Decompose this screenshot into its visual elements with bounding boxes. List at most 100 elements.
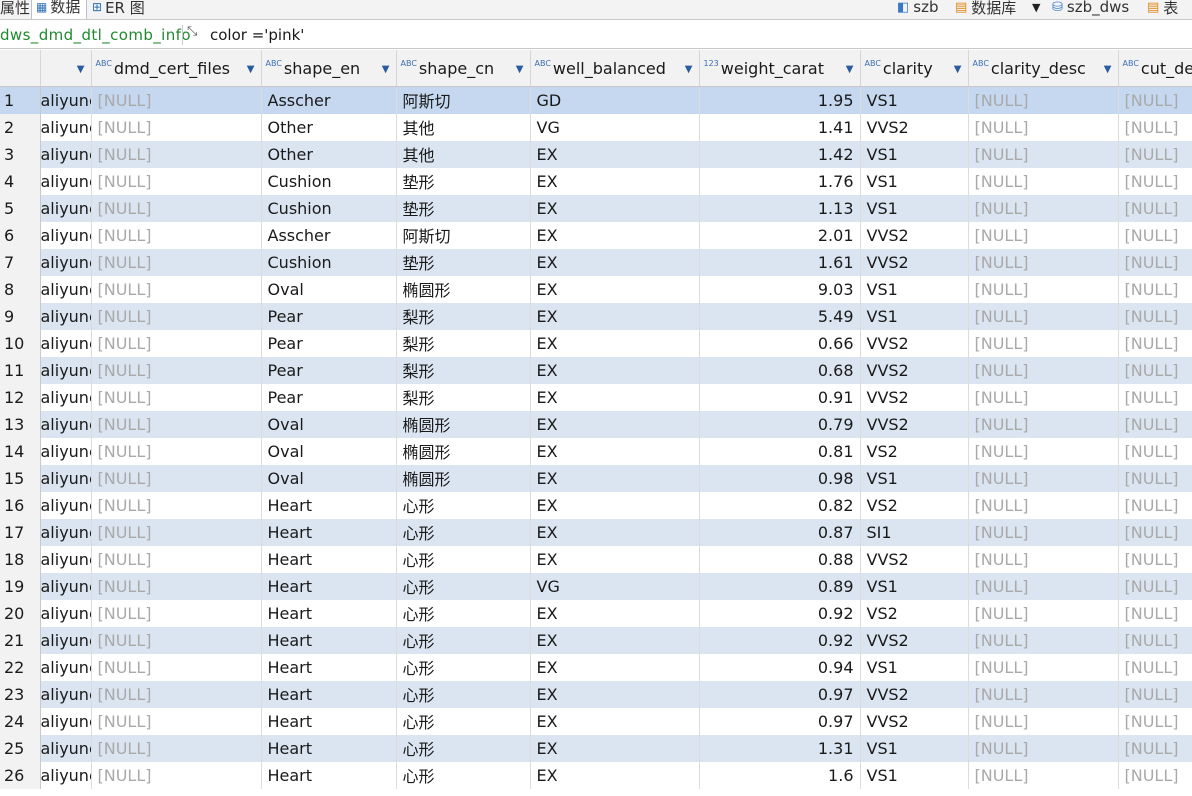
table-cell[interactable]: 心形 [396, 626, 531, 654]
table-cell[interactable]: 0.92 [699, 626, 861, 654]
table-cell[interactable]: Heart [261, 680, 397, 708]
table-cell[interactable]: 0.92 [699, 599, 861, 627]
table-cell[interactable]: 0.88 [699, 545, 861, 573]
table-cell[interactable]: aliyunc [40, 248, 92, 276]
table-cell[interactable]: [NULL] [91, 518, 262, 546]
table-cell[interactable]: [NULL] [1118, 167, 1192, 195]
table-cell[interactable]: VVS2 [860, 329, 969, 357]
table-cell[interactable]: [NULL] [91, 140, 262, 168]
table-cell[interactable]: EX [530, 140, 700, 168]
row-number[interactable]: 9 [0, 302, 41, 330]
table-cell[interactable]: VVS2 [860, 356, 969, 384]
table-cell[interactable]: VVS2 [860, 383, 969, 411]
table-cell[interactable]: aliyunc [40, 383, 92, 411]
row-number[interactable]: 18 [0, 545, 41, 573]
table-cell[interactable]: 椭圆形 [396, 275, 531, 303]
table-cell[interactable]: [NULL] [1118, 329, 1192, 357]
table-cell[interactable]: [NULL] [968, 383, 1119, 411]
table-cell[interactable]: aliyunc [40, 545, 92, 573]
tab-er-diagram[interactable]: ⊞ ER 图 [90, 0, 145, 19]
expand-filter-icon[interactable]: ⤡ [187, 24, 197, 39]
table-cell[interactable]: [NULL] [1118, 437, 1192, 465]
table-cell[interactable]: VVS2 [860, 545, 969, 573]
table-cell[interactable]: [NULL] [91, 707, 262, 735]
table-cell[interactable]: EX [530, 464, 700, 492]
table-cell[interactable]: [NULL] [91, 572, 262, 600]
table-cell[interactable]: Heart [261, 572, 397, 600]
table-cell[interactable]: 心形 [396, 599, 531, 627]
table-cell[interactable]: [NULL] [91, 626, 262, 654]
database-selector[interactable]: ▤ 数据库 [955, 0, 1016, 19]
table-row[interactable]: 23aliyunc[NULL]Heart心形EX0.97VVS2[NULL][N… [0, 680, 1192, 708]
table-cell[interactable]: VVS2 [860, 626, 969, 654]
table-cell[interactable]: [NULL] [1118, 410, 1192, 438]
table-cell[interactable]: [NULL] [91, 86, 262, 114]
table-cell[interactable]: Pear [261, 383, 397, 411]
table-cell[interactable]: 梨形 [396, 329, 531, 357]
table-cell[interactable]: Heart [261, 545, 397, 573]
table-cell[interactable]: aliyunc [40, 140, 92, 168]
table-cell[interactable]: VG [530, 113, 700, 141]
table-cell[interactable]: [NULL] [968, 599, 1119, 627]
table-cell[interactable]: EX [530, 221, 700, 249]
table-cell[interactable]: [NULL] [1118, 464, 1192, 492]
table-cell[interactable]: aliyunc [40, 167, 92, 195]
table-cell[interactable]: 0.98 [699, 464, 861, 492]
table-cell[interactable]: Oval [261, 410, 397, 438]
table-cell[interactable]: EX [530, 302, 700, 330]
table-cell[interactable]: Heart [261, 599, 397, 627]
table-cell[interactable]: [NULL] [91, 761, 262, 789]
table-cell[interactable]: 心形 [396, 545, 531, 573]
row-number[interactable]: 7 [0, 248, 41, 276]
table-row[interactable]: 18aliyunc[NULL]Heart心形EX0.88VVS2[NULL][N… [0, 545, 1192, 573]
table-cell[interactable]: Pear [261, 329, 397, 357]
chevron-down-icon[interactable]: ▼ [1032, 0, 1040, 19]
table-cell[interactable]: [NULL] [91, 383, 262, 411]
table-cell[interactable]: aliyunc [40, 572, 92, 600]
table-cell[interactable]: [NULL] [968, 140, 1119, 168]
column-header[interactable]: ABC clarity_desc ▼ [968, 50, 1119, 87]
table-cell[interactable]: Other [261, 140, 397, 168]
table-cell[interactable]: 1.76 [699, 167, 861, 195]
table-cell[interactable]: aliyunc [40, 194, 92, 222]
table-cell[interactable]: Pear [261, 356, 397, 384]
table-cell[interactable]: aliyunc [40, 491, 92, 519]
table-cell[interactable]: 梨形 [396, 356, 531, 384]
table-row[interactable]: 24aliyunc[NULL]Heart心形EX0.97VVS2[NULL][N… [0, 707, 1192, 735]
table-cell[interactable]: [NULL] [968, 167, 1119, 195]
table-cell[interactable]: [NULL] [968, 356, 1119, 384]
table-cell[interactable]: [NULL] [968, 329, 1119, 357]
table-cell[interactable]: [NULL] [968, 302, 1119, 330]
table-cell[interactable]: 1.61 [699, 248, 861, 276]
table-cell[interactable]: [NULL] [91, 221, 262, 249]
row-number[interactable]: 5 [0, 194, 41, 222]
table-cell[interactable]: VS1 [860, 653, 969, 681]
table-cell[interactable]: EX [530, 167, 700, 195]
table-cell[interactable]: [NULL] [968, 572, 1119, 600]
table-cell[interactable]: [NULL] [968, 680, 1119, 708]
table-cell[interactable]: 心形 [396, 761, 531, 789]
table-cell[interactable]: [NULL] [91, 545, 262, 573]
table-cell[interactable]: Heart [261, 734, 397, 762]
table-cell[interactable]: VS1 [860, 464, 969, 492]
column-menu-icon[interactable]: ▼ [77, 64, 85, 75]
row-number[interactable]: 17 [0, 518, 41, 546]
row-number-header[interactable] [0, 50, 41, 87]
table-row[interactable]: 15aliyunc[NULL]Oval椭圆形EX0.98VS1[NULL][NU… [0, 464, 1192, 492]
tab-properties[interactable]: 属性 [0, 0, 30, 19]
table-cell[interactable]: 1.42 [699, 140, 861, 168]
table-cell[interactable]: EX [530, 194, 700, 222]
table-cell[interactable]: [NULL] [91, 437, 262, 465]
table-row[interactable]: 6aliyunc[NULL]Asscher阿斯切EX2.01VVS2[NULL]… [0, 221, 1192, 249]
row-number[interactable]: 23 [0, 680, 41, 708]
table-cell[interactable]: [NULL] [968, 194, 1119, 222]
table-cell[interactable]: 垫形 [396, 248, 531, 276]
row-number[interactable]: 20 [0, 599, 41, 627]
table-cell[interactable]: [NULL] [91, 356, 262, 384]
table-cell[interactable]: aliyunc [40, 86, 92, 114]
table-row[interactable]: 16aliyunc[NULL]Heart心形EX0.82VS2[NULL][NU… [0, 491, 1192, 519]
table-row[interactable]: 11aliyunc[NULL]Pear梨形EX0.68VVS2[NULL][NU… [0, 356, 1192, 384]
table-cell[interactable]: GD [530, 86, 700, 114]
table-row[interactable]: 5aliyunc[NULL]Cushion垫形EX1.13VS1[NULL][N… [0, 194, 1192, 222]
table-cell[interactable]: [NULL] [91, 491, 262, 519]
